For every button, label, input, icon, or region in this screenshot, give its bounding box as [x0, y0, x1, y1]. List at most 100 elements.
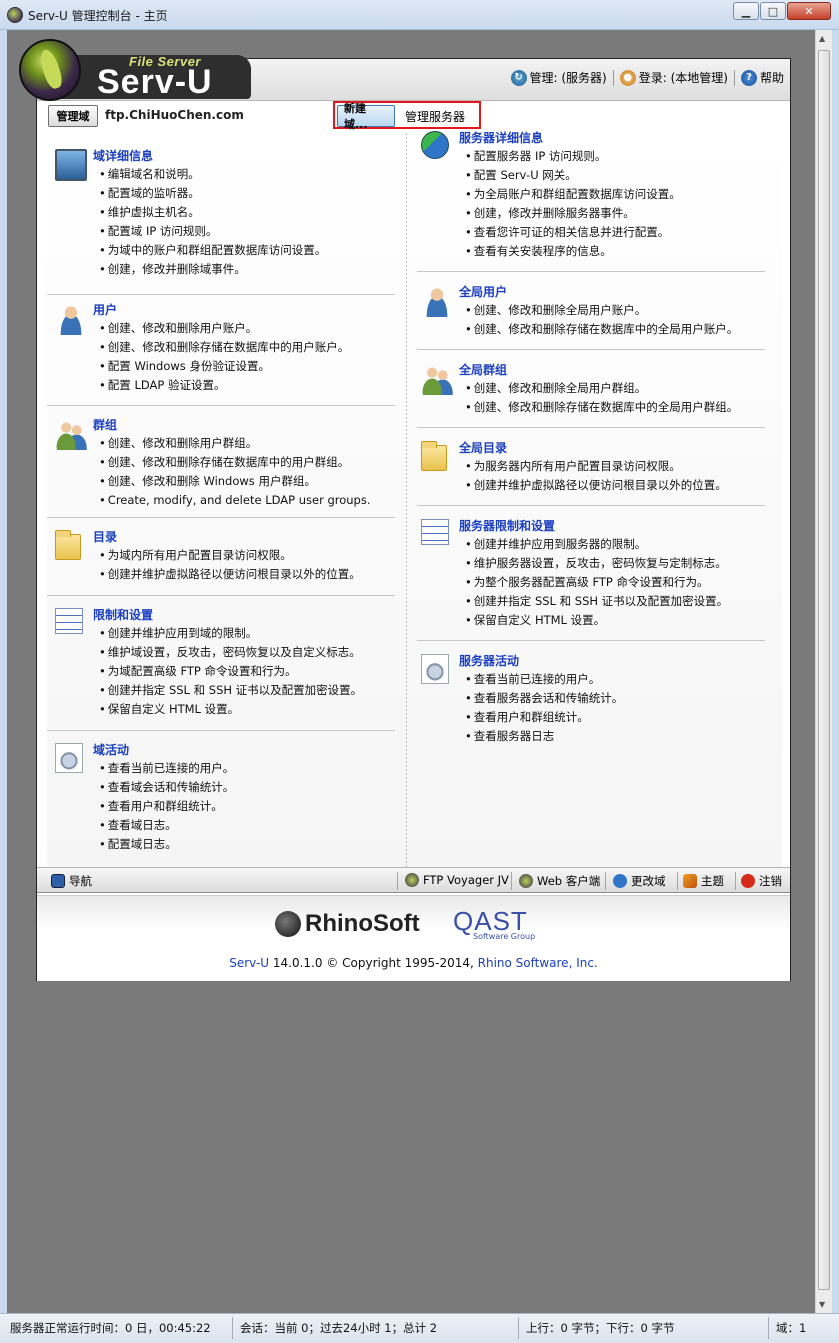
server-globe-icon [421, 131, 449, 159]
scroll-down-icon[interactable]: ▼ [819, 1300, 825, 1309]
list-item: 查看当前已连接的用户。 [465, 670, 623, 689]
list-item: 查看域会话和传输统计。 [99, 778, 235, 797]
item-list: 配置服务器 IP 访问规则。 配置 Serv-U 网关。 为全局账户和群组配置数… [465, 147, 681, 261]
section-server-details: 服务器详细信息 配置服务器 IP 访问规则。 配置 Serv-U 网关。 为全局… [417, 129, 777, 269]
section-title[interactable]: 域详细信息 [93, 147, 153, 164]
list-item: 查看域日志。 [99, 816, 234, 835]
list-item: 创建并维护虚拟路径以便访问根目录以外的位置。 [465, 476, 727, 495]
footer: RhinoSoft QAST Software Group Serv-U 14.… [37, 895, 790, 981]
serv-u-logo[interactable]: File Server Serv-U [11, 33, 261, 105]
app-icon [7, 7, 23, 23]
change-domain-label: 更改域 [631, 874, 666, 888]
folder-icon [421, 441, 447, 471]
divider [47, 595, 395, 596]
section-title[interactable]: 群组 [93, 416, 117, 433]
list-item: 维护虚拟主机名。 [99, 203, 326, 222]
list-item: 配置 Windows 身份验证设置。 [99, 357, 349, 376]
ftp-voyager-button[interactable]: FTP Voyager JV [405, 873, 509, 887]
section-title[interactable]: 服务器限制和设置 [459, 517, 555, 534]
uptime-status: 服务器正常运行时间：0 日，00:45:22 [10, 1321, 211, 1335]
list-item: 创建并指定 SSL 和 SSH 证书以及配置加密设置。 [465, 592, 728, 611]
item-list: 为服务器内所有用户配置目录访问权限。 创建并维护虚拟路径以便访问根目录以外的位置… [465, 457, 727, 495]
item-list: 创建、修改和删除全局用户账户。 创建、修改和删除存储在数据库中的全局用户账户。 [465, 301, 739, 339]
list-item: 创建、修改和删除用户群组。 [99, 434, 371, 453]
list-item: 查看用户和群组统计。 [99, 797, 234, 816]
logout-label: 注销 [759, 874, 782, 888]
list-item: 创建并维护应用到服务器的限制。 [465, 535, 728, 554]
maximize-button[interactable]: □ [760, 2, 786, 20]
divider [417, 349, 765, 350]
list-item: 为域中的账户和群组配置数据库访问设置。 [99, 241, 327, 260]
section-global-users: 全局用户 创建、修改和删除全局用户账户。 创建、修改和删除存储在数据库中的全局用… [417, 283, 777, 343]
manage-domain-button[interactable]: 管理域 [48, 105, 98, 127]
group-icon [55, 418, 87, 450]
section-title[interactable]: 服务器详细信息 [459, 129, 543, 146]
section-title[interactable]: 全局群组 [459, 361, 507, 378]
section-title[interactable]: 用户 [93, 301, 117, 318]
list-item: 为全局账户和群组配置数据库访问设置。 [465, 185, 681, 204]
nav-button[interactable]: 导航 [51, 873, 92, 889]
bottom-navbar: 导航 FTP Voyager JV Web 客户端 更改域 主题 注销 [37, 867, 790, 893]
list-item: 创建、修改和删除存储在数据库中的全局用户账户。 [465, 320, 739, 339]
list-item: 创建并指定 SSL 和 SSH 证书以及配置加密设置。 [99, 681, 362, 700]
section-title[interactable]: 目录 [93, 528, 117, 545]
login-link[interactable]: ● 登录: (本地管理) [619, 69, 728, 86]
help-link[interactable]: ? 帮助 [740, 69, 784, 86]
list-item: 编辑域名和说明。 [99, 165, 326, 184]
status-bar: 服务器正常运行时间：0 日，00:45:22 会话：当前 0；过去24小时 1；… [0, 1313, 839, 1343]
section-title[interactable]: 域活动 [93, 741, 129, 758]
vertical-scrollbar[interactable]: ▲ ▼ [815, 30, 832, 1313]
scroll-up-icon[interactable]: ▲ [819, 34, 825, 43]
product-link[interactable]: Serv-U [229, 956, 269, 970]
section-title[interactable]: 全局用户 [459, 283, 507, 300]
power-icon [741, 874, 755, 888]
section-title[interactable]: 限制和设置 [93, 606, 153, 623]
separator [612, 69, 614, 86]
list-item: 为域内所有用户配置目录访问权限。 [99, 546, 361, 565]
divider [417, 271, 765, 272]
list-item: 配置域 IP 访问规则。 [99, 222, 326, 241]
logout-button[interactable]: 注销 [741, 873, 782, 889]
change-domain-icon [613, 874, 627, 888]
divider [47, 730, 395, 731]
list-item: 为服务器内所有用户配置目录访问权限。 [465, 457, 727, 476]
list-item: 创建，修改并删除服务器事件。 [465, 204, 681, 223]
new-domain-button[interactable]: 新建域... [337, 102, 395, 131]
section-global-groups: 全局群组 创建、修改和删除全局用户群组。 创建、修改和删除存储在数据库中的全局用… [417, 361, 777, 421]
separator [397, 872, 398, 890]
window-titlebar: Serv-U 管理控制台 - 主页 ▁ □ ✕ [0, 0, 839, 30]
settings-list-icon [55, 608, 83, 634]
rhinosoft-logo[interactable]: RhinoSoft [275, 910, 420, 938]
serv-u-emblem-icon [19, 39, 81, 101]
item-list: 查看当前已连接的用户。 查看域会话和传输统计。 查看用户和群组统计。 查看域日志… [99, 759, 235, 854]
section-title[interactable]: 服务器活动 [459, 652, 519, 669]
company-link[interactable]: Rhino Software, Inc. [478, 956, 598, 970]
web-client-button[interactable]: Web 客户端 [519, 873, 600, 889]
nav-label: 导航 [69, 874, 92, 888]
item-list: 创建、修改和删除用户群组。 创建、修改和删除存储在数据库中的用户群组。 创建、修… [99, 434, 371, 510]
manage-link[interactable]: ↻ 管理: (服务器) [510, 69, 607, 86]
item-list: 为域内所有用户配置目录访问权限。 创建并维护虚拟路径以便访问根目录以外的位置。 [99, 546, 361, 584]
activity-gear-icon [421, 654, 449, 684]
domains-status: 域：1 [776, 1321, 807, 1335]
close-button[interactable]: ✕ [787, 2, 831, 20]
list-item: 为整个服务器配置高级 FTP 命令设置和行为。 [465, 573, 728, 592]
help-label: 帮助 [759, 71, 784, 85]
list-item: 维护域设置，反攻击，密码恢复以及自定义标志。 [99, 643, 362, 662]
minimize-button[interactable]: ▁ [733, 2, 759, 20]
domain-bar: 管理域 ftp.ChiHuoChen.com 新建域... 管理服务器 [37, 101, 790, 131]
sessions-status: 会话：当前 0；过去24小时 1；总计 2 [240, 1321, 438, 1335]
manage-server-link[interactable]: 管理服务器 [405, 108, 465, 125]
list-item: 创建、修改和删除存储在数据库中的全局用户群组。 [465, 398, 739, 417]
scroll-thumb[interactable] [818, 50, 830, 1290]
user-icon [421, 285, 453, 317]
logo-big-text: Serv-U [97, 63, 213, 101]
change-domain-button[interactable]: 更改域 [613, 873, 666, 889]
list-item: 保留自定义 HTML 设置。 [465, 611, 728, 630]
theme-button[interactable]: 主题 [683, 873, 724, 889]
section-title[interactable]: 全局目录 [459, 439, 507, 456]
login-user-icon: ● [619, 69, 636, 86]
login-label: 登录: (本地管理) [638, 71, 728, 85]
manage-icon: ↻ [510, 69, 527, 86]
list-item: 创建、修改和删除用户账户。 [99, 319, 349, 338]
